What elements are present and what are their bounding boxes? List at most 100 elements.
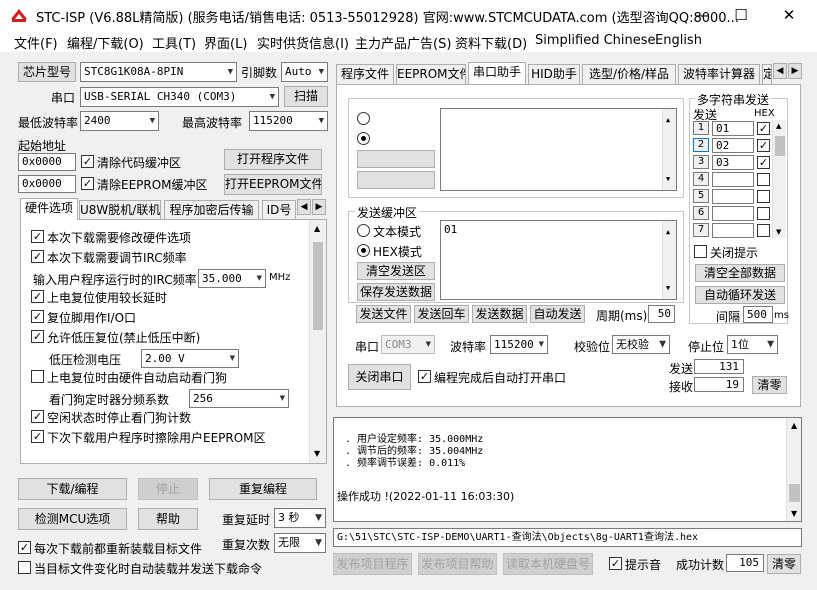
option-checkbox[interactable]: ✓ [31, 310, 44, 323]
clear-eeprom-checkbox[interactable]: ✓ [81, 177, 94, 190]
scroll-thumb[interactable] [313, 242, 323, 330]
scroll-up-icon[interactable]: ▲ [776, 122, 781, 130]
repeat-count-select[interactable]: 无限 ▼ [274, 533, 326, 553]
multi-hex-checkbox[interactable]: ✓ [757, 156, 770, 169]
clear-all-data-button[interactable]: 清空全部数据 [695, 264, 785, 282]
open-program-file-button[interactable]: 打开程序文件 [224, 149, 322, 170]
download-program-button[interactable]: 下载/编程 [18, 478, 127, 500]
close-tip-checkbox[interactable] [694, 245, 707, 258]
multi-send-button[interactable]: 3 [693, 155, 709, 169]
multi-send-button[interactable]: 1 [693, 121, 709, 135]
receive-scrollbar[interactable]: ▲ ▼ [662, 109, 676, 190]
baud-select[interactable]: 115200 ▼ [490, 335, 548, 354]
clear-code-checkbox[interactable]: ✓ [81, 155, 94, 168]
multi-string-field[interactable] [712, 172, 754, 187]
scroll-thumb[interactable] [775, 136, 785, 156]
send-enter-button[interactable]: 发送回车 [414, 305, 469, 323]
serial-port-select[interactable]: COM3 ▼ [381, 335, 435, 354]
auto-loop-send-button[interactable]: 自动循环发送 [695, 286, 785, 304]
menu-program[interactable]: 编程/下载(O) [67, 33, 144, 52]
multi-string-field[interactable]: 03 [712, 155, 754, 170]
multi-string-field[interactable] [712, 206, 754, 221]
menu-tools[interactable]: 工具(T) [152, 33, 196, 52]
option-checkbox[interactable] [31, 370, 44, 383]
tab-hid-assistant[interactable]: HID助手 [528, 64, 580, 84]
tab-left-arrow-icon[interactable]: ◀ [773, 63, 787, 79]
menu-interface[interactable]: 界面(L) [204, 33, 247, 52]
tab-hardware-options[interactable]: 硬件选项 [20, 198, 78, 220]
multi-string-field[interactable] [712, 189, 754, 204]
option-checkbox[interactable]: ✓ [31, 290, 44, 303]
menu-products[interactable]: 主力产品广告(S) [355, 33, 451, 52]
multi-string-field[interactable]: 01 [712, 121, 754, 136]
options-scrollbar[interactable]: ▲ ▼ [309, 220, 326, 463]
port-select[interactable]: USB-SERIAL CH340 (COM3) ▼ [80, 87, 279, 107]
option-checkbox[interactable]: ✓ [31, 430, 44, 443]
help-button[interactable]: 帮助 [138, 508, 198, 530]
publish-program-button[interactable]: 发布项目程序 [333, 553, 412, 575]
option-checkbox[interactable]: ✓ [31, 410, 44, 423]
option-checkbox[interactable]: ✓ [31, 230, 44, 243]
close-button[interactable]: ✕ [766, 0, 812, 30]
receive-textarea[interactable]: ▲ ▼ [440, 108, 677, 191]
scan-button[interactable]: 扫描 [284, 86, 328, 107]
stop-button[interactable]: 停止 [138, 478, 198, 500]
recv-hex-mode-radio[interactable] [357, 132, 370, 145]
reload-checkbox[interactable]: ✓ [18, 541, 31, 554]
detect-mcu-button[interactable]: 检测MCU选项 [18, 508, 127, 530]
multi-hex-checkbox[interactable] [757, 190, 770, 203]
send-text-mode-radio[interactable] [357, 224, 370, 237]
tab-program-file[interactable]: 程序文件 [336, 64, 394, 84]
tab-u8w[interactable]: U8W脱机/联机 [79, 200, 161, 220]
auto-send-button[interactable]: 自动发送 [530, 305, 585, 323]
scroll-thumb[interactable] [789, 484, 800, 502]
multi-scrollbar[interactable]: ▲ ▼ [772, 120, 786, 238]
menu-lang-en[interactable]: English [655, 33, 702, 48]
sound-checkbox[interactable]: ✓ [609, 557, 622, 570]
chip-model-button[interactable]: 芯片型号 [18, 62, 76, 82]
scroll-down-icon[interactable]: ▼ [776, 228, 781, 236]
tab-right-arrow-icon[interactable]: ▶ [788, 63, 802, 79]
max-baud-select[interactable]: 115200 ▼ [249, 111, 328, 131]
clear-success-button[interactable]: 清零 [767, 554, 801, 574]
pins-select[interactable]: Auto ▼ [281, 62, 328, 82]
multi-send-button[interactable]: 5 [693, 189, 709, 203]
log-scrollbar[interactable]: ▲ ▼ [786, 418, 801, 521]
clear-receive-button[interactable] [357, 150, 435, 168]
multi-string-field[interactable] [712, 223, 754, 238]
parity-select[interactable]: 无校验 ▼ [612, 335, 670, 354]
save-receive-button[interactable] [357, 171, 435, 189]
multi-send-button[interactable]: 4 [693, 172, 709, 186]
code-address-field[interactable]: 0x0000 [18, 153, 76, 171]
maximize-button[interactable]: ☐ [718, 0, 764, 30]
option-checkbox[interactable]: ✓ [31, 330, 44, 343]
tab-baud-calculator[interactable]: 波特率计算器 [678, 64, 760, 84]
multi-hex-checkbox[interactable]: ✓ [757, 139, 770, 152]
scroll-up-icon[interactable]: ▲ [314, 224, 320, 233]
tab-more[interactable]: 定 [762, 64, 772, 84]
send-file-button[interactable]: 发送文件 [356, 305, 411, 323]
menu-supply[interactable]: 实时供货信息(I) [257, 33, 349, 52]
multi-send-button[interactable]: 2 [693, 138, 709, 152]
clear-send-button[interactable]: 清空发送区 [357, 262, 435, 280]
multi-send-button[interactable]: 7 [693, 223, 709, 237]
scroll-down-icon[interactable]: ▼ [791, 509, 797, 518]
option-select[interactable]: 2.00 V ▼ [141, 349, 239, 368]
option-select[interactable]: 256 ▼ [189, 389, 289, 408]
send-scrollbar[interactable]: ▲ ▼ [662, 221, 676, 299]
multi-hex-checkbox[interactable]: ✓ [757, 122, 770, 135]
tab-left-arrow-icon[interactable]: ◀ [297, 199, 311, 215]
send-textarea[interactable]: 01 ▲ ▼ [440, 220, 677, 300]
period-field[interactable]: 50 [648, 305, 675, 323]
option-checkbox[interactable]: ✓ [31, 250, 44, 263]
menu-downloads[interactable]: 资料下载(D) [455, 33, 527, 52]
stop-bits-select[interactable]: 1位 ▼ [727, 335, 778, 354]
publish-help-button[interactable]: 发布项目帮助 [418, 553, 497, 575]
menu-file[interactable]: 文件(F) [14, 33, 58, 52]
eeprom-address-field[interactable]: 0x0000 [18, 175, 76, 193]
irc-frequency-select[interactable]: 35.000 ▼ [198, 269, 266, 288]
tab-right-arrow-icon[interactable]: ▶ [312, 199, 326, 215]
send-data-button[interactable]: 发送数据 [472, 305, 527, 323]
save-send-button[interactable]: 保存发送数据 [357, 283, 435, 301]
chip-model-select[interactable]: STC8G1K08A-8PIN ▼ [80, 62, 237, 82]
